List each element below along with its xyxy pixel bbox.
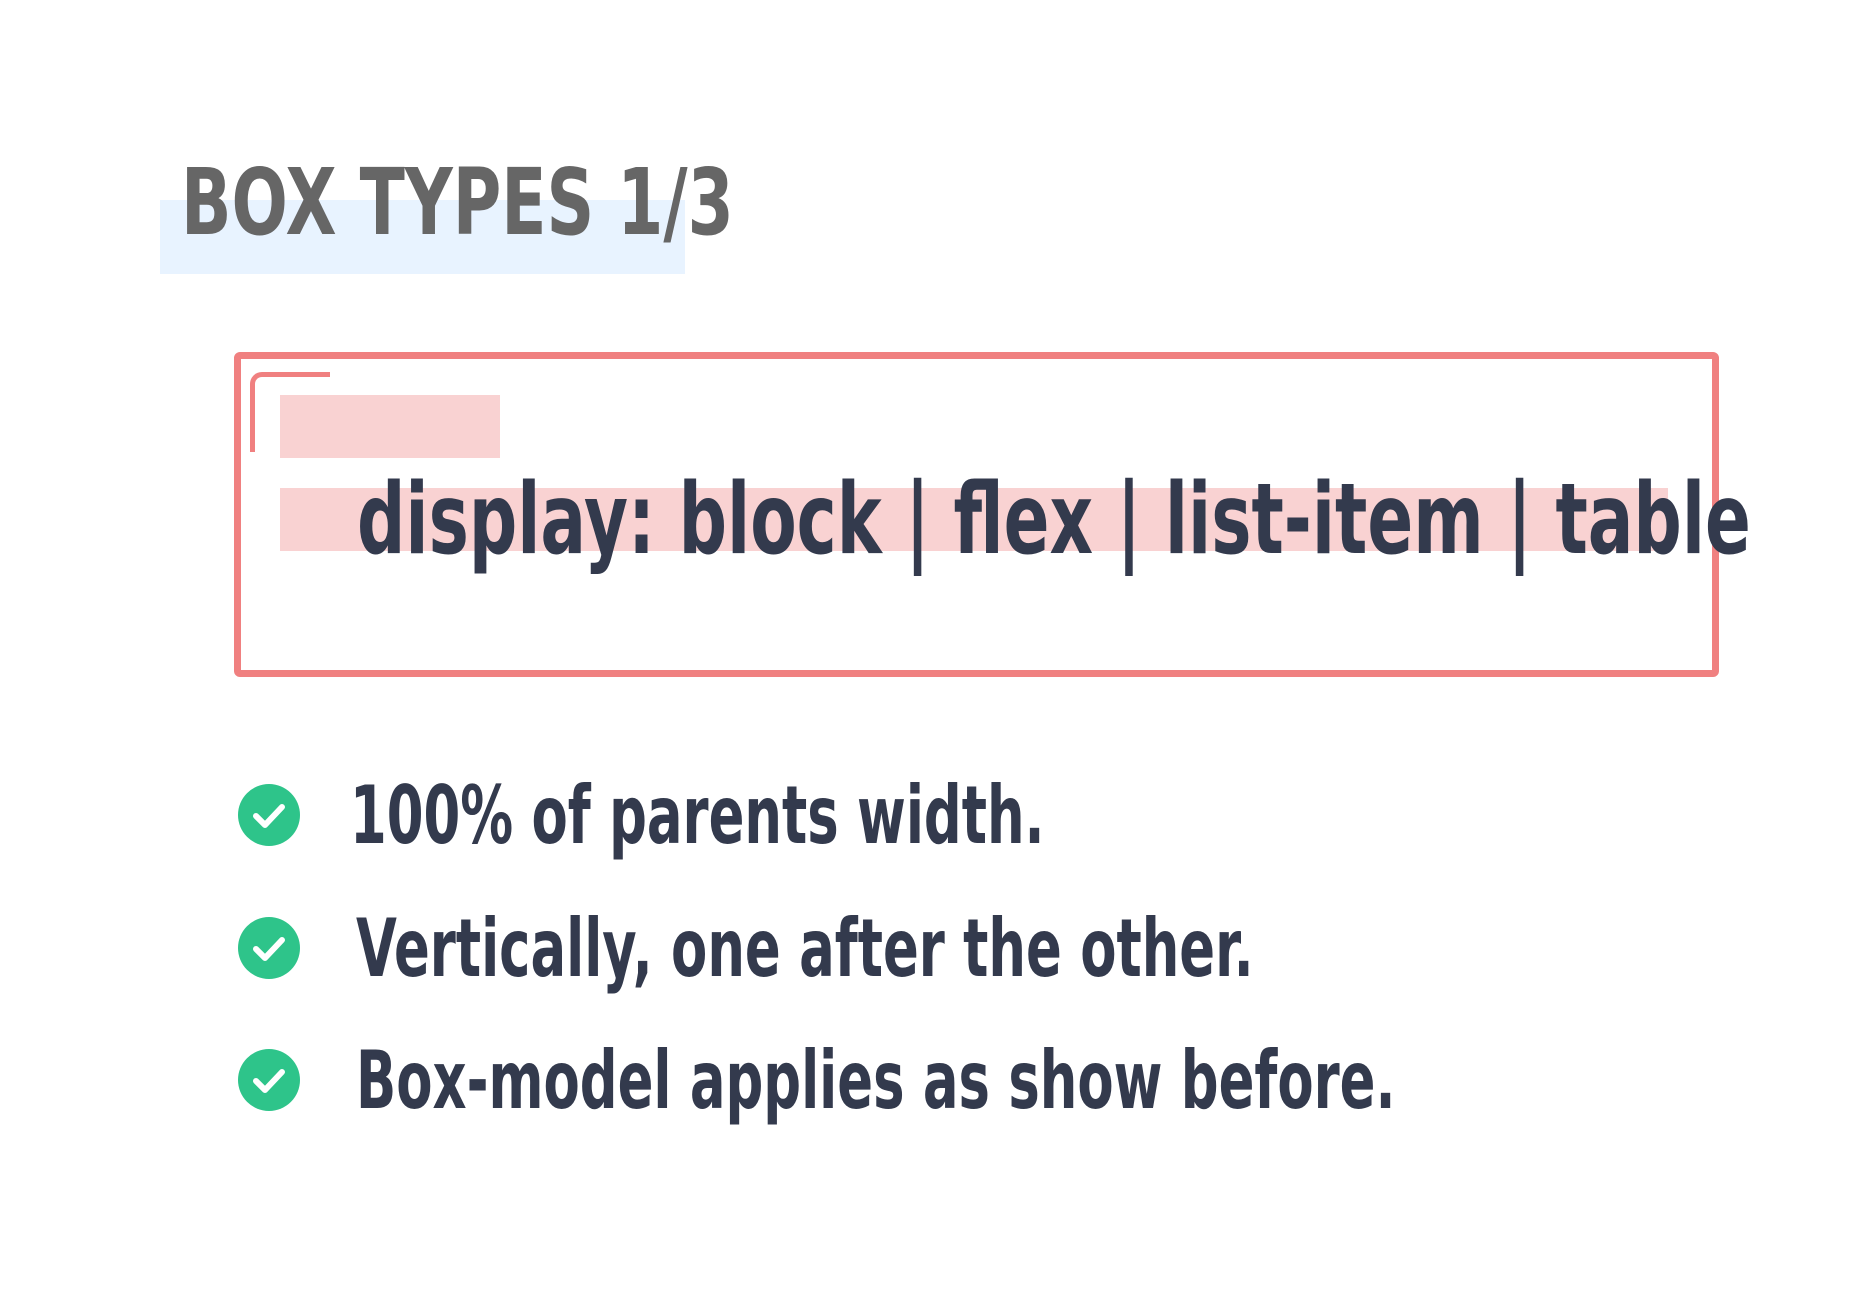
check-circle-icon (238, 784, 300, 846)
check-circle-icon (238, 917, 300, 979)
bullet-text: Vertically, one after the other. (356, 902, 1254, 995)
check-circle-icon (238, 1049, 300, 1111)
display-values-code: display: block | flex | list-item | tabl… (357, 463, 1751, 577)
box-label-placeholder (280, 395, 500, 458)
slide-title: BOX TYPES 1/3 (181, 149, 734, 256)
bullet-text: 100% of parents width. (350, 769, 1045, 862)
bullet-text: Box-model applies as show before. (356, 1034, 1396, 1127)
